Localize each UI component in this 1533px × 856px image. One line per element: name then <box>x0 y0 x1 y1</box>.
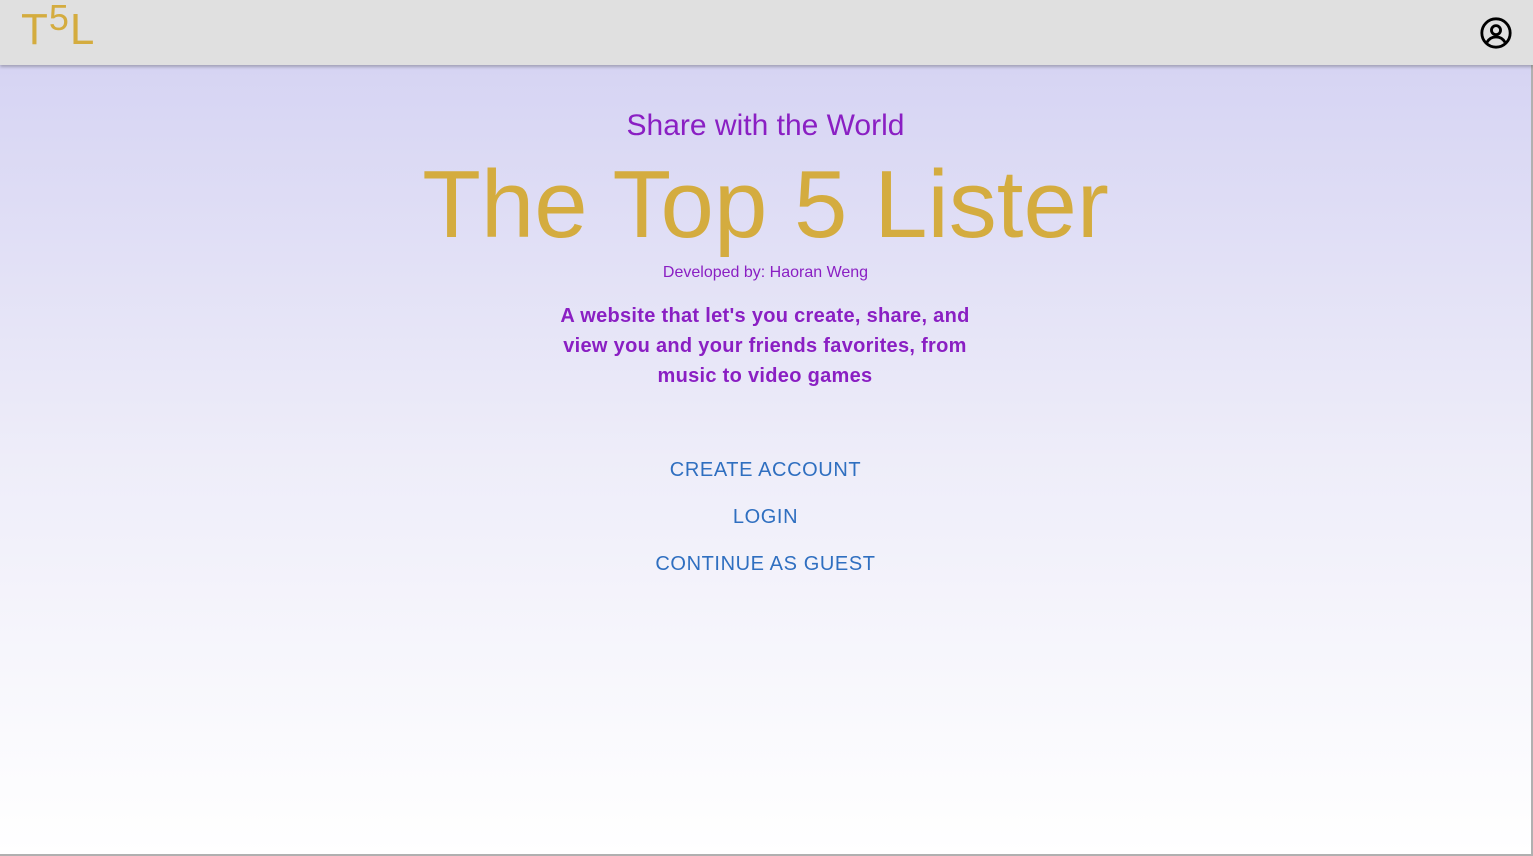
logo[interactable]: T5L <box>21 0 95 58</box>
hero-subtitle: Share with the World <box>626 109 905 142</box>
account-button[interactable] <box>1479 16 1513 50</box>
create-account-row: CREATE ACCOUNT <box>0 457 1531 483</box>
site-description: A website that let's you create, share, … <box>560 305 970 387</box>
splash-screen: Share with the World The Top 5 Lister De… <box>0 65 1533 856</box>
hero-title: The Top 5 Lister <box>422 151 1109 258</box>
create-account-button[interactable]: CREATE ACCOUNT <box>670 459 861 481</box>
developer-credit: Developed by: Haoran Weng <box>662 264 869 281</box>
login-button[interactable]: LOGIN <box>733 506 798 528</box>
continue-as-guest-button[interactable]: CONTINUE AS GUEST <box>655 553 875 575</box>
account-circle-icon <box>1480 17 1512 49</box>
login-row: LOGIN <box>0 504 1531 530</box>
logo-letter-l: L <box>69 5 95 54</box>
logo-letter-t: T <box>21 5 48 54</box>
app-bar: T5L <box>0 0 1533 65</box>
logo-superscript-5: 5 <box>48 0 69 38</box>
guest-row: CONTINUE AS GUEST <box>0 551 1531 577</box>
